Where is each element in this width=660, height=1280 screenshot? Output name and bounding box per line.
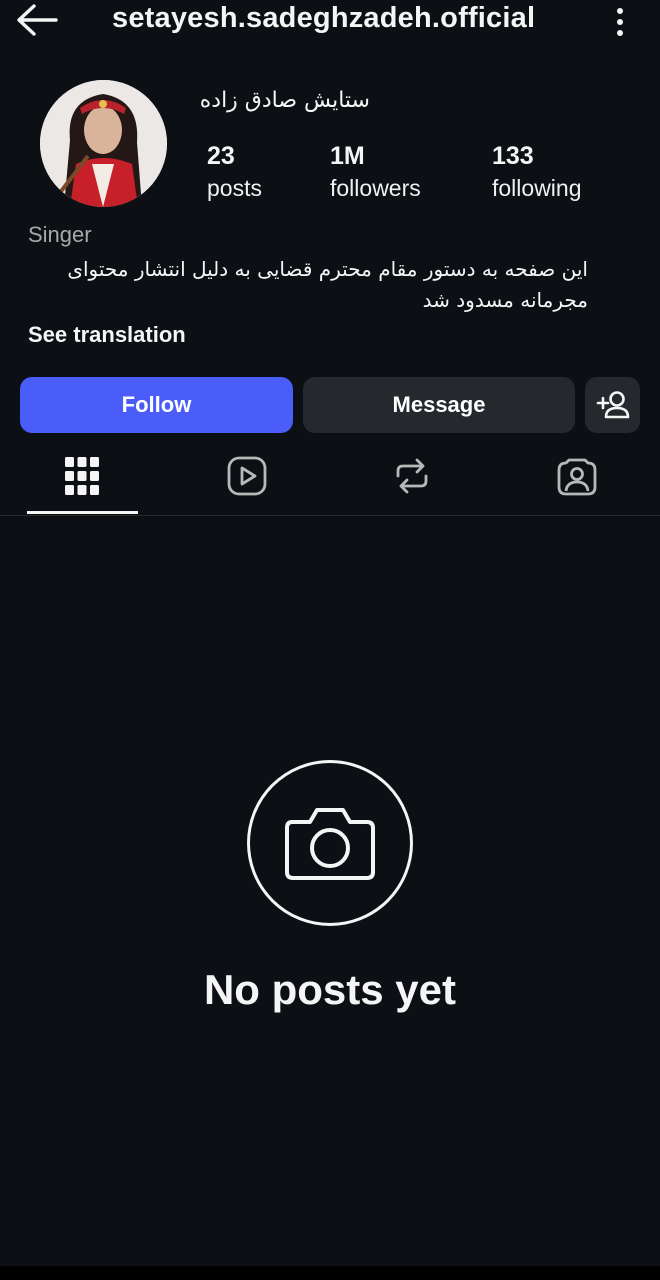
- reposts-icon: [396, 458, 428, 494]
- empty-state-text: No posts yet: [203, 966, 457, 1013]
- arrow-left-icon: [17, 4, 58, 36]
- camera-icon: [285, 808, 375, 880]
- more-vertical-icon: [617, 8, 623, 36]
- following-count[interactable]: 133 following: [492, 140, 582, 204]
- follow-button[interactable]: Follow: [20, 377, 293, 433]
- tab-reposts[interactable]: [357, 446, 467, 506]
- bio-line: مجرمانه مسدود شد: [422, 288, 588, 312]
- message-button[interactable]: Message: [303, 377, 575, 433]
- profile-bio: این صفحه به دستور مقام محترم قضایی به دل…: [28, 254, 588, 316]
- active-tab-indicator: [27, 511, 138, 514]
- profile-avatar[interactable]: [40, 80, 167, 207]
- system-bottom-bar: [0, 1266, 660, 1280]
- more-options-button[interactable]: [600, 2, 640, 42]
- posts-count[interactable]: 23 posts: [207, 140, 262, 204]
- bio-line: این صفحه به دستور مقام محترم قضایی به دل…: [67, 257, 588, 281]
- followers-count-value: 1M: [330, 142, 365, 170]
- grid-icon: [65, 457, 99, 495]
- tab-posts-grid[interactable]: [27, 446, 137, 506]
- followers-count-label: followers: [330, 175, 421, 201]
- profile-display-name: ستایش صادق زاده: [199, 88, 370, 113]
- profile-username: setayesh.sadeghzadeh.official: [112, 2, 536, 34]
- posts-count-label: posts: [207, 175, 262, 201]
- tagged-icon: [557, 458, 597, 496]
- tab-reels[interactable]: [192, 446, 302, 506]
- reels-icon: [227, 456, 267, 496]
- back-button[interactable]: [14, 0, 70, 40]
- avatar-image: [40, 80, 167, 207]
- see-translation-link[interactable]: See translation: [28, 322, 186, 348]
- suggested-users-button[interactable]: [585, 377, 640, 433]
- following-count-value: 133: [492, 142, 534, 170]
- tab-tagged[interactable]: [522, 446, 632, 506]
- tabs-divider: [0, 515, 660, 516]
- profile-screen: setayesh.sadeghzadeh.official ستایش صادق…: [0, 0, 660, 1280]
- followers-count[interactable]: 1M followers: [330, 140, 421, 204]
- person-add-icon: [596, 391, 629, 419]
- empty-state-circle: [247, 760, 413, 926]
- profile-category: Singer: [28, 222, 92, 247]
- following-count-label: following: [492, 175, 582, 201]
- posts-count-value: 23: [207, 142, 235, 170]
